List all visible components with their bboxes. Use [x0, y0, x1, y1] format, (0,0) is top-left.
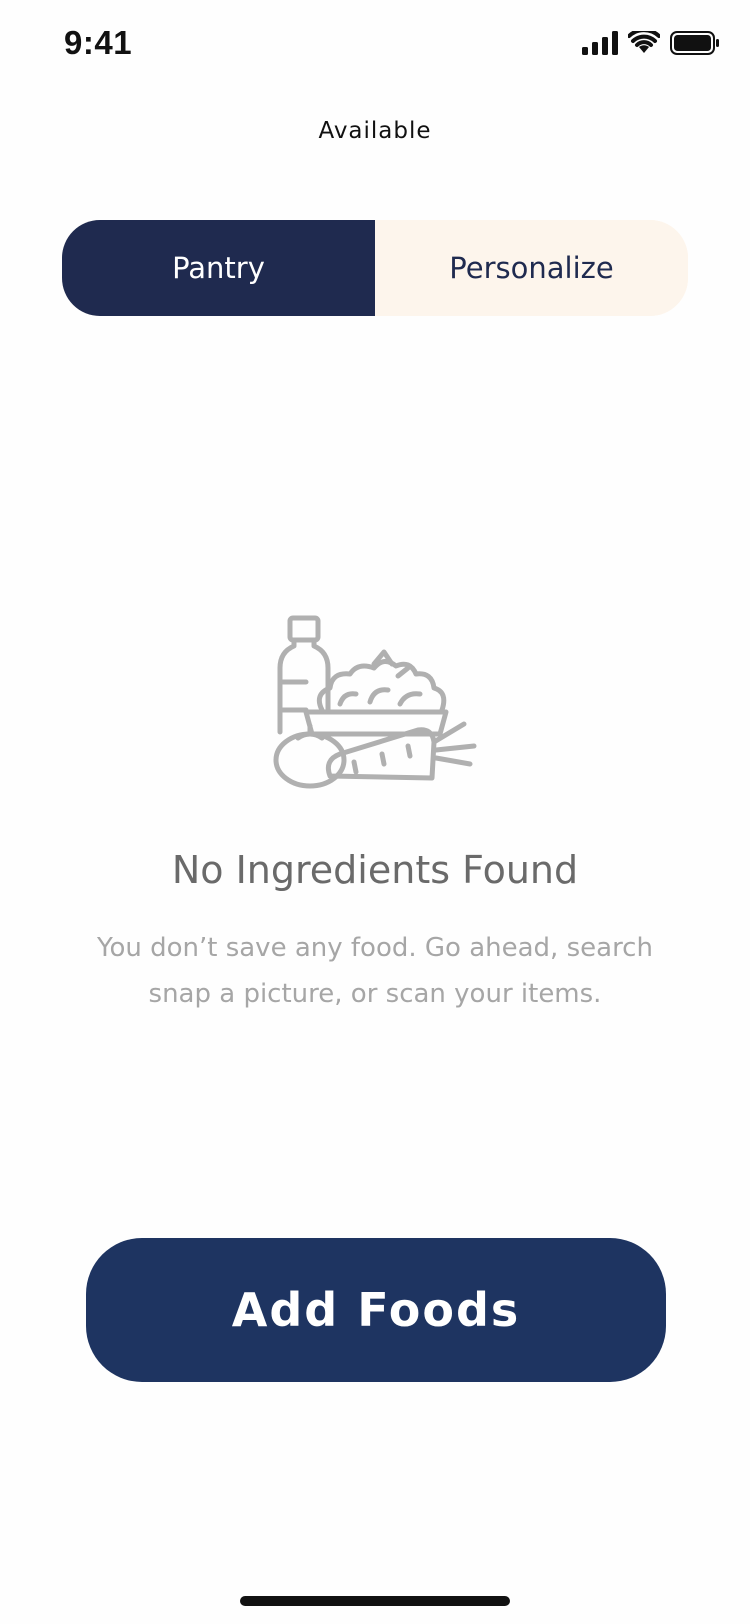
home-indicator[interactable]	[240, 1596, 510, 1606]
signal-icon	[582, 31, 618, 59]
status-bar: 9:41	[0, 0, 750, 90]
status-time: 9:41	[64, 24, 133, 61]
battery-icon	[670, 30, 720, 60]
add-foods-button[interactable]: Add Foods	[86, 1238, 666, 1382]
groceries-icon	[270, 612, 480, 792]
empty-state-title: No Ingredients Found	[171, 848, 579, 892]
tab-personalize[interactable]: Personalize	[375, 220, 688, 316]
page-title: Available	[318, 118, 432, 144]
wifi-icon	[627, 28, 661, 59]
empty-state-description-line-2: snap a picture, or scan your items.	[148, 979, 602, 1009]
tab-pantry[interactable]: Pantry	[62, 220, 375, 316]
segmented-control: Pantry Personalize	[62, 220, 688, 316]
empty-state-description-line-1: You don’t save any food. Go ahead, searc…	[97, 933, 653, 963]
empty-state-description: You don’t save any food. Go ahead, searc…	[80, 925, 670, 1017]
status-icons	[582, 28, 720, 60]
